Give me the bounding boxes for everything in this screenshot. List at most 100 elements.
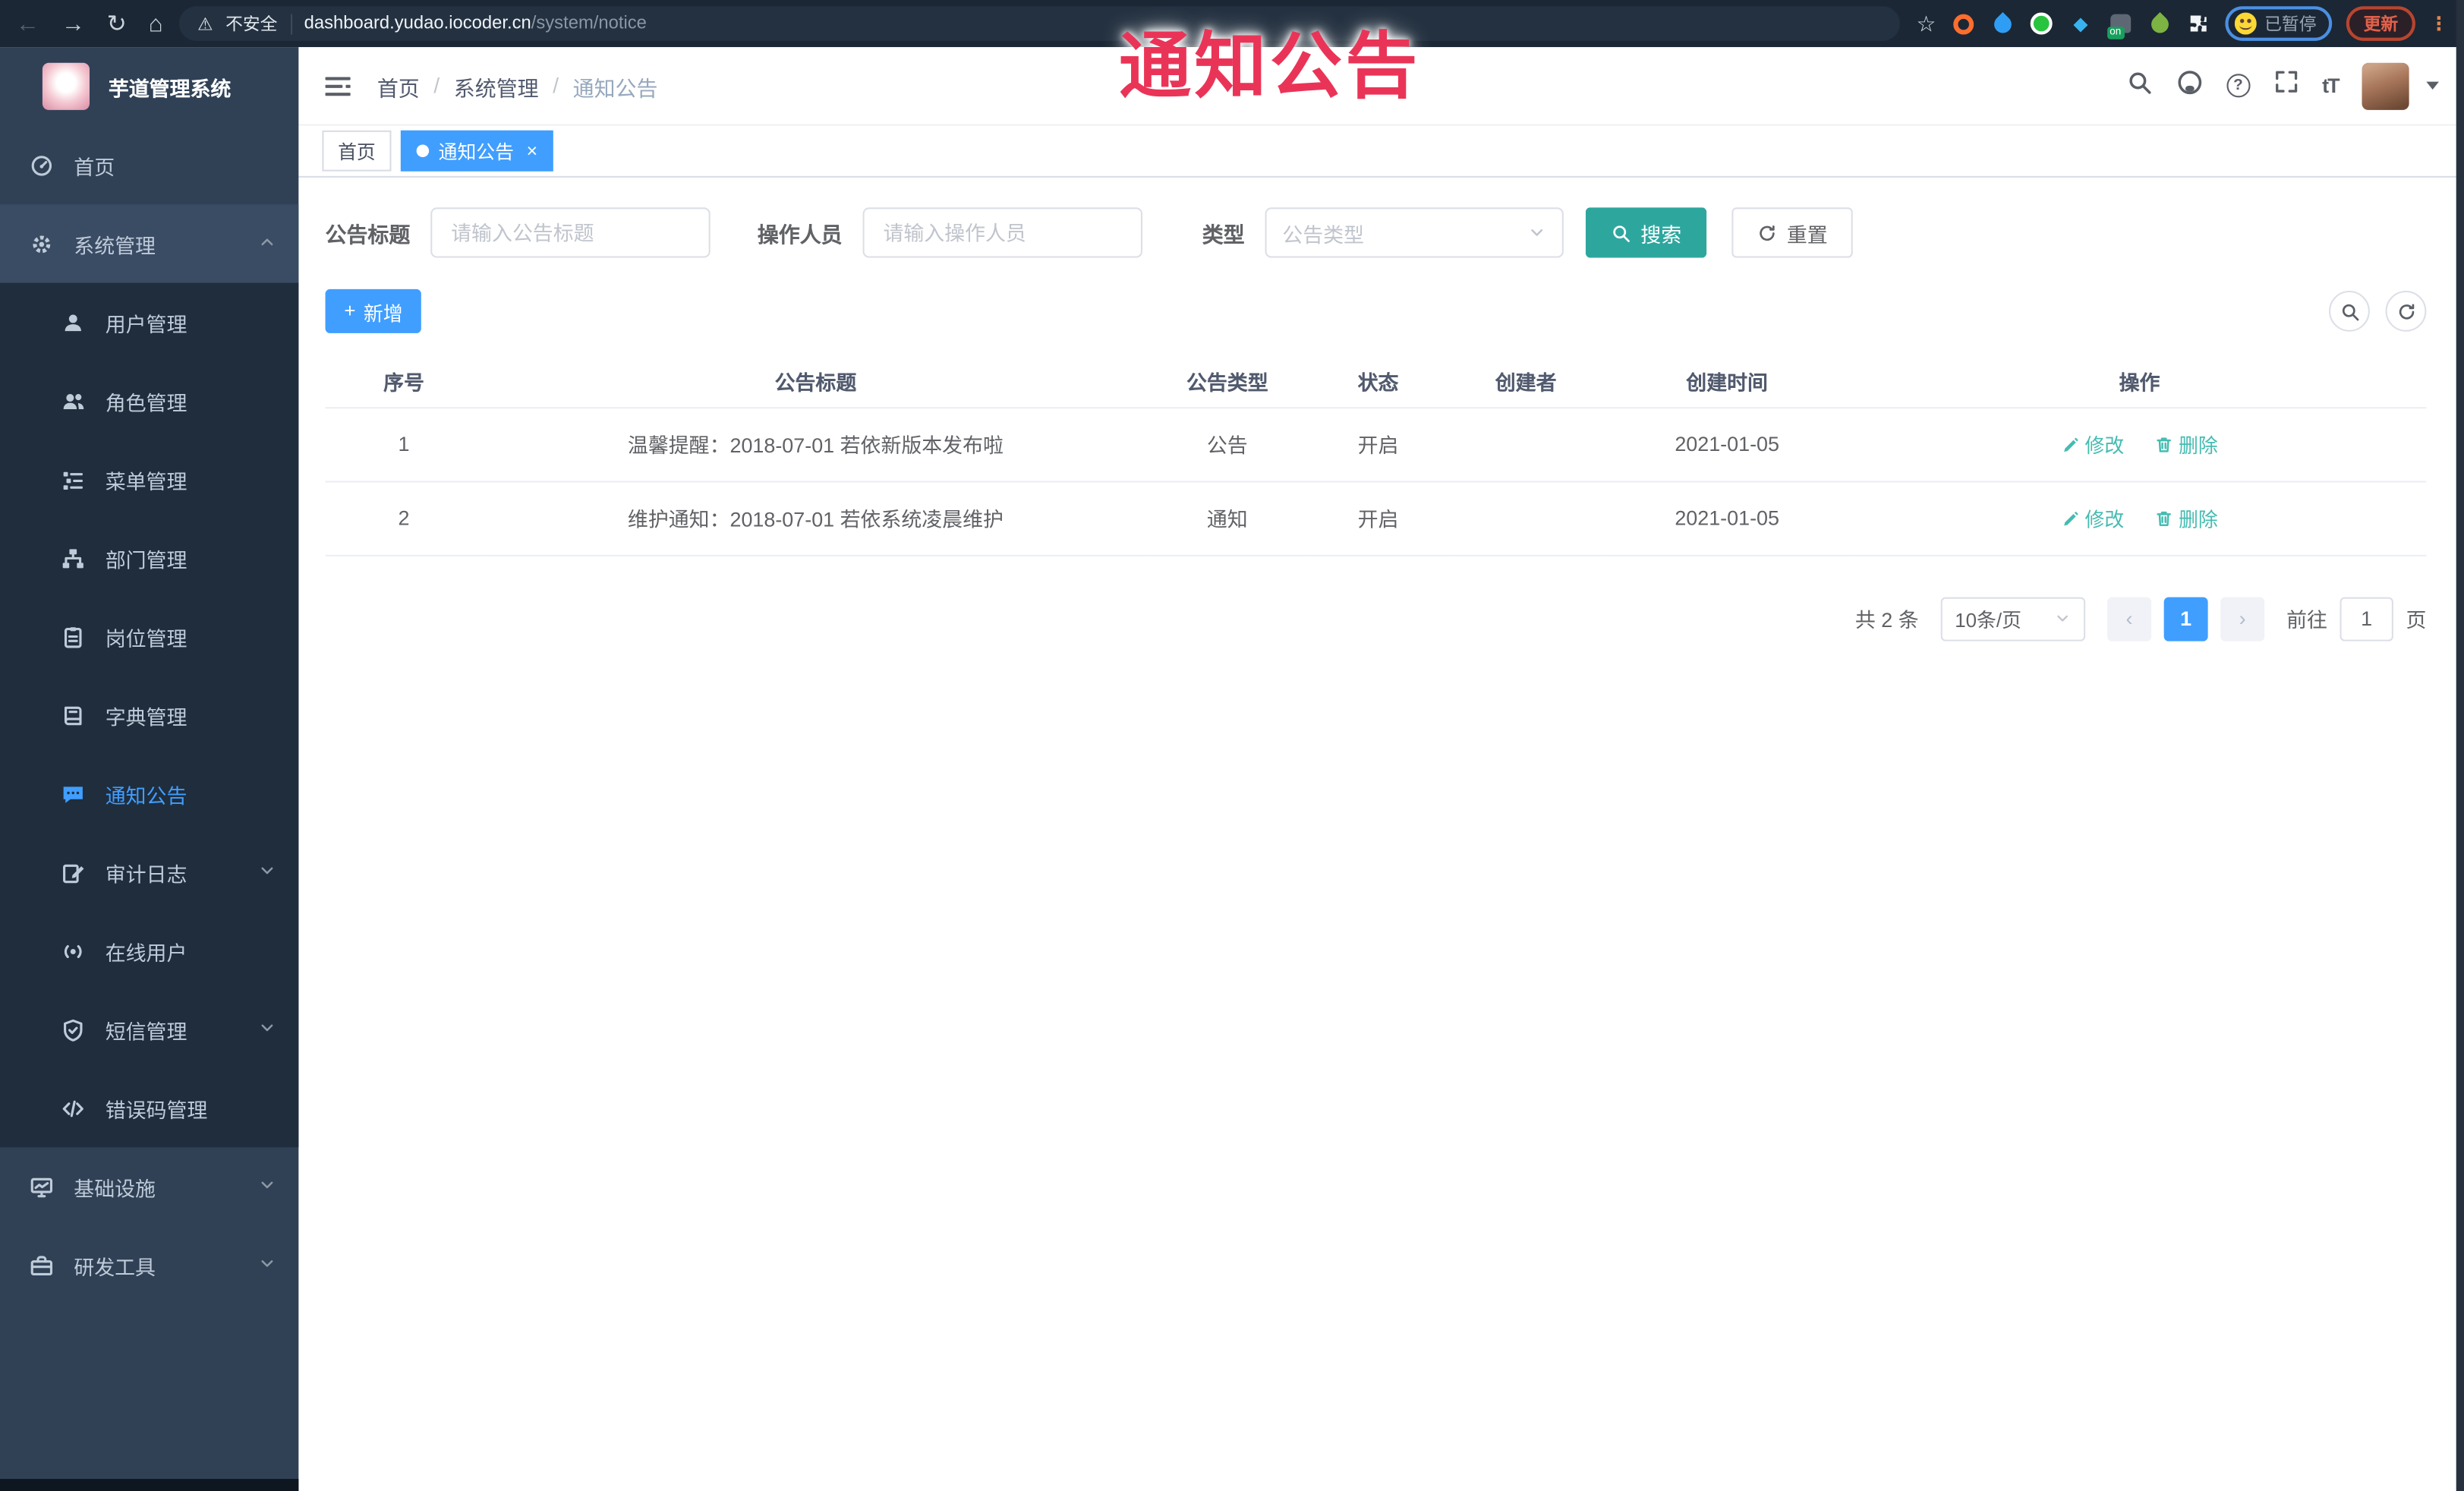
page-size-select[interactable]: 10条/页 — [1940, 596, 2086, 641]
fullscreen-icon[interactable] — [2273, 69, 2299, 102]
help-icon[interactable]: ? — [2226, 74, 2250, 98]
operator-filter-label: 操作人员 — [757, 222, 843, 247]
sidebar-item-posts[interactable]: 岗位管理 — [0, 597, 298, 676]
delete-link[interactable]: 删除 — [2155, 503, 2218, 532]
address-bar[interactable]: ⚠ 不安全 dashboard.yudao.iocoder.cn/system/… — [178, 6, 1901, 41]
sidebar-item-audit-log[interactable]: 审计日志 — [0, 833, 298, 912]
notices-table: 序号 公告标题 公告类型 状态 创建者 创建时间 操作 1 温馨提醒：2018- — [325, 355, 2427, 556]
extension-cluster: ☆ ◆ on 已暂停 更新 ⋮ — [1916, 6, 2448, 41]
bookmark-star-icon[interactable]: ☆ — [1916, 10, 1936, 36]
app-title: 芋道管理系统 — [108, 76, 232, 100]
reset-button[interactable]: 重置 — [1731, 207, 1853, 258]
browser-reload-icon[interactable]: ↻ — [107, 9, 127, 37]
type-filter-select[interactable]: 公告类型 — [1265, 207, 1564, 258]
log-edit-icon — [61, 860, 85, 884]
table-header-row: 序号 公告标题 公告类型 状态 创建者 创建时间 操作 — [325, 355, 2427, 408]
hamburger-icon[interactable] — [323, 73, 351, 98]
sidebar-item-infrastructure[interactable]: 基础设施 — [0, 1147, 298, 1226]
sidebar-item-notices[interactable]: 通知公告 — [0, 755, 298, 834]
online-icon — [61, 939, 85, 963]
next-page-button[interactable]: › — [2220, 596, 2265, 641]
search-button[interactable]: 搜索 — [1585, 207, 1707, 258]
goto-page-input[interactable] — [2340, 596, 2393, 641]
shield-icon — [61, 1017, 85, 1041]
sidebar-bottom-strip — [0, 1479, 299, 1491]
code-icon — [61, 1096, 85, 1120]
sidebar-item-sms[interactable]: 短信管理 — [0, 990, 298, 1069]
url-host: dashboard.yudao.iocoder.cn — [304, 14, 531, 33]
extension-database-icon[interactable]: on — [2106, 11, 2132, 39]
tab-home[interactable]: 首页 — [322, 130, 392, 172]
toggle-search-button[interactable] — [2329, 290, 2370, 332]
active-dot — [416, 144, 430, 158]
col-status: 状态 — [1306, 355, 1451, 408]
breadcrumb-home[interactable]: 首页 — [377, 70, 420, 101]
tab-notices[interactable]: 通知公告 × — [400, 130, 553, 172]
warning-icon: ⚠ — [197, 14, 213, 34]
font-size-icon[interactable]: tT — [2322, 74, 2340, 97]
operator-filter-input[interactable] — [862, 207, 1143, 258]
sidebar-item-online-users[interactable]: 在线用户 — [0, 912, 298, 991]
extension-green-icon[interactable] — [2029, 11, 2054, 36]
caret-down-icon[interactable] — [2426, 81, 2439, 90]
system-submenu: 用户管理 角色管理 菜单管理 部门管理 岗位管理 字典管理 通知公告 审计日志 … — [0, 282, 299, 1148]
sidebar-item-dictionary[interactable]: 字典管理 — [0, 676, 298, 755]
breadcrumb: 首页 / 系统管理 / 通知公告 — [377, 70, 658, 101]
browser-home-icon[interactable]: ⌂ — [149, 10, 163, 36]
sidebar-item-dev-tools[interactable]: 研发工具 — [0, 1226, 298, 1305]
title-filter-input[interactable] — [430, 207, 711, 258]
github-icon[interactable] — [2176, 68, 2203, 103]
type-filter-label: 类型 — [1202, 222, 1245, 247]
add-button[interactable]: + 新增 — [325, 288, 422, 333]
screen: ← → ↻ ⌂ ⚠ 不安全 dashboard.yudao.iocoder.cn… — [0, 0, 2464, 1491]
sidebar-item-system[interactable]: 系统管理 — [0, 204, 299, 283]
sidebar-item-users[interactable]: 用户管理 — [0, 283, 298, 362]
breadcrumb-system[interactable]: 系统管理 — [454, 70, 539, 101]
scrollbar-strip — [2456, 0, 2464, 1491]
divider — [289, 13, 292, 34]
plus-icon: + — [344, 300, 356, 323]
sitemap-icon — [61, 546, 85, 569]
tags-view-bar: 首页 通知公告 × — [298, 125, 2464, 178]
close-icon[interactable]: × — [527, 140, 538, 162]
extension-gem-icon[interactable]: ◆ — [2068, 11, 2093, 36]
search-icon[interactable] — [2125, 68, 2152, 103]
message-icon — [61, 782, 85, 805]
edit-link[interactable]: 修改 — [2061, 429, 2124, 459]
goto-label: 前往 — [2286, 608, 2327, 632]
total-count: 共 2 条 — [1854, 608, 1919, 632]
col-created: 创建时间 — [1601, 355, 1853, 408]
top-navbar: 首页 / 系统管理 / 通知公告 ? tT — [298, 47, 2464, 126]
avatar[interactable] — [2362, 61, 2409, 109]
title-filter-label: 公告标题 — [325, 222, 411, 247]
sidebar-item-home[interactable]: 首页 — [0, 126, 298, 205]
chevron-down-icon — [258, 1174, 277, 1198]
chevron-down-icon — [258, 1253, 277, 1277]
app-logo[interactable]: 芋道管理系统 — [0, 47, 298, 126]
user-icon — [61, 310, 85, 334]
table-row: 1 温馨提醒：2018-07-01 若依新版本发布啦 公告 开启 2021-01… — [325, 407, 2427, 482]
chevron-down-icon — [258, 860, 277, 884]
page-1-button[interactable]: 1 — [2163, 596, 2208, 641]
refresh-button[interactable] — [2385, 290, 2427, 332]
sidebar-item-roles[interactable]: 角色管理 — [0, 361, 298, 440]
edit-link[interactable]: 修改 — [2061, 503, 2124, 532]
sidebar-item-error-codes[interactable]: 错误码管理 — [0, 1069, 298, 1148]
update-button[interactable]: 更新 — [2346, 6, 2415, 41]
sidebar-item-departments[interactable]: 部门管理 — [0, 519, 298, 597]
prev-page-button[interactable]: ‹ — [2107, 596, 2152, 641]
users-icon — [61, 389, 85, 412]
browser-back-icon[interactable]: ← — [16, 10, 39, 36]
filter-form: 公告标题 操作人员 类型 公告类型 搜索 — [325, 207, 2427, 258]
extension-leaf-icon[interactable] — [2147, 11, 2172, 36]
insecure-label: 不安全 — [225, 15, 278, 35]
extensions-puzzle-icon[interactable] — [2186, 11, 2211, 36]
paused-extension-button[interactable]: 已暂停 — [2225, 6, 2333, 41]
browser-forward-icon[interactable]: → — [61, 10, 85, 36]
extension-pin-icon[interactable] — [1990, 11, 2015, 36]
col-title: 公告标题 — [482, 355, 1149, 408]
browser-menu-icon[interactable]: ⋮ — [2430, 13, 2449, 35]
sidebar-item-menus[interactable]: 菜单管理 — [0, 440, 298, 519]
delete-link[interactable]: 删除 — [2155, 429, 2218, 459]
extension-orange-icon[interactable] — [1950, 11, 1975, 36]
